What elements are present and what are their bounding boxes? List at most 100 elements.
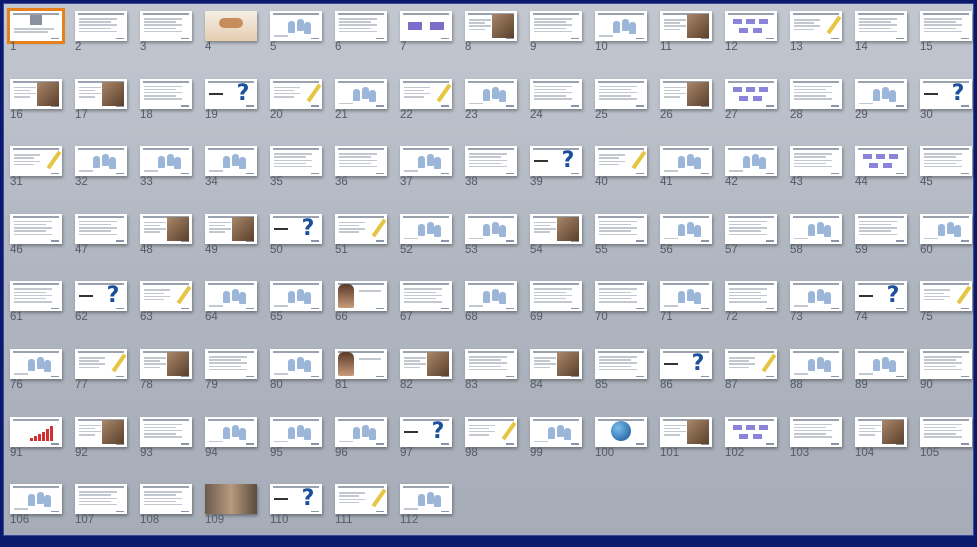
- slide-thumbnail-cell[interactable]: 13: [785, 10, 849, 74]
- slide-thumbnail[interactable]: [725, 281, 777, 312]
- slide-thumbnail[interactable]: [790, 281, 842, 312]
- slide-thumbnail[interactable]: [855, 213, 907, 244]
- slide-thumbnail[interactable]: [205, 146, 257, 177]
- slide-thumbnail[interactable]: [10, 484, 62, 515]
- slide-thumbnail-cell[interactable]: 44: [850, 145, 914, 209]
- slide-thumbnail-cell[interactable]: 87: [720, 348, 784, 412]
- slide-thumbnail-cell[interactable]: 58: [785, 213, 849, 277]
- slide-thumbnail-cell[interactable]: 37: [395, 145, 459, 209]
- slide-thumbnail-cell[interactable]: 85: [590, 348, 654, 412]
- slide-thumbnail-cell[interactable]: 12: [720, 10, 784, 74]
- slide-thumbnail[interactable]: [75, 11, 127, 41]
- slide-thumbnail[interactable]: [335, 213, 387, 244]
- slide-thumbnail[interactable]: [920, 213, 972, 244]
- slide-thumbnail-cell[interactable]: 54: [525, 213, 589, 277]
- slide-thumbnail-cell[interactable]: 78: [135, 348, 199, 412]
- slide-thumbnail-cell[interactable]: 101: [655, 416, 719, 480]
- slide-thumbnail-cell[interactable]: 43: [785, 145, 849, 209]
- slide-thumbnail-cell[interactable]: 3: [135, 10, 199, 74]
- slide-thumbnail-cell[interactable]: 42: [720, 145, 784, 209]
- slide-thumbnail[interactable]: [400, 349, 452, 379]
- slide-thumbnail-cell[interactable]: 99: [525, 416, 589, 480]
- slide-thumbnail[interactable]: [335, 146, 387, 177]
- slide-thumbnail-cell[interactable]: 24: [525, 78, 589, 142]
- slide-thumbnail[interactable]: [75, 416, 127, 447]
- slide-thumbnail-cell[interactable]: 40: [590, 145, 654, 209]
- slide-thumbnail-cell[interactable]: 2: [70, 10, 134, 74]
- slide-thumbnail-cell[interactable]: 10: [590, 10, 654, 74]
- slide-thumbnail[interactable]: [660, 281, 712, 312]
- slide-thumbnail[interactable]: [140, 281, 192, 312]
- slide-thumbnail[interactable]: [140, 349, 192, 379]
- slide-thumbnail[interactable]: ?: [205, 78, 257, 109]
- slide-thumbnail[interactable]: [660, 78, 712, 109]
- slide-thumbnail[interactable]: [530, 213, 582, 244]
- slide-thumbnail[interactable]: [75, 484, 127, 515]
- slide-thumbnail[interactable]: [725, 78, 777, 109]
- slide-thumbnail-cell[interactable]: 92: [70, 416, 134, 480]
- slide-thumbnail[interactable]: [465, 146, 517, 177]
- slide-thumbnail[interactable]: [140, 484, 192, 515]
- slide-thumbnail[interactable]: [400, 146, 452, 177]
- slide-thumbnail-cell[interactable]: 11: [655, 10, 719, 74]
- slide-thumbnail[interactable]: [10, 213, 62, 244]
- slide-thumbnail[interactable]: [465, 213, 517, 244]
- slide-thumbnail[interactable]: [335, 11, 387, 41]
- slide-thumbnail[interactable]: [790, 11, 842, 41]
- slide-thumbnail[interactable]: [855, 349, 907, 379]
- slide-thumbnail-cell[interactable]: 103: [785, 416, 849, 480]
- slide-thumbnail-cell[interactable]: ? 110: [265, 483, 329, 547]
- slide-thumbnail-cell[interactable]: 38: [460, 145, 524, 209]
- slide-thumbnail-cell[interactable]: 83: [460, 348, 524, 412]
- slide-thumbnail-cell[interactable]: 96: [330, 416, 394, 480]
- slide-thumbnail[interactable]: [595, 11, 647, 41]
- slide-thumbnail[interactable]: [205, 349, 257, 379]
- slide-thumbnail[interactable]: [140, 78, 192, 109]
- slide-thumbnail[interactable]: [270, 281, 322, 312]
- slide-thumbnail[interactable]: [75, 349, 127, 379]
- slide-thumbnail[interactable]: [10, 281, 62, 312]
- slide-thumbnail-cell[interactable]: ? 39: [525, 145, 589, 209]
- slide-thumbnail-cell[interactable]: 45: [915, 145, 977, 209]
- slide-thumbnail[interactable]: [790, 416, 842, 447]
- slide-thumbnail[interactable]: [595, 349, 647, 379]
- slide-thumbnail-cell[interactable]: 48: [135, 213, 199, 277]
- slide-thumbnail-cell[interactable]: 73: [785, 280, 849, 344]
- slide-thumbnail[interactable]: [920, 11, 972, 41]
- slide-thumbnail[interactable]: [790, 78, 842, 109]
- slide-thumbnail-cell[interactable]: 91: [5, 416, 69, 480]
- slide-thumbnail-cell[interactable]: 23: [460, 78, 524, 142]
- slide-thumbnail[interactable]: ?: [270, 213, 322, 244]
- slide-thumbnail[interactable]: ?: [270, 484, 322, 515]
- slide-thumbnail[interactable]: [920, 146, 972, 177]
- slide-thumbnail-cell[interactable]: 1: [5, 8, 69, 74]
- slide-thumbnail-cell[interactable]: 65: [265, 280, 329, 344]
- slide-thumbnail[interactable]: [855, 416, 907, 447]
- slide-thumbnail-cell[interactable]: 7: [395, 10, 459, 74]
- slide-thumbnail[interactable]: ?: [855, 281, 907, 312]
- slide-thumbnail-cell[interactable]: 67: [395, 280, 459, 344]
- slide-thumbnail-cell[interactable]: 4: [200, 10, 264, 74]
- slide-thumbnail-cell[interactable]: 31: [5, 145, 69, 209]
- slide-thumbnail-cell[interactable]: ? 97: [395, 416, 459, 480]
- slide-thumbnail-cell[interactable]: 28: [785, 78, 849, 142]
- slide-thumbnail[interactable]: [335, 349, 387, 379]
- slide-thumbnail[interactable]: [465, 11, 517, 41]
- slide-thumbnail-cell[interactable]: 79: [200, 348, 264, 412]
- slide-thumbnail[interactable]: [205, 416, 257, 447]
- slide-thumbnail[interactable]: [400, 78, 452, 109]
- slide-thumbnail-cell[interactable]: 81: [330, 348, 394, 412]
- slide-thumbnail[interactable]: ?: [400, 416, 452, 447]
- slide-thumbnail-cell[interactable]: 111: [330, 483, 394, 547]
- slide-thumbnail-cell[interactable]: 80: [265, 348, 329, 412]
- slide-thumbnail[interactable]: [530, 281, 582, 312]
- slide-thumbnail-cell[interactable]: 36: [330, 145, 394, 209]
- slide-thumbnail[interactable]: [530, 78, 582, 109]
- slide-thumbnail-cell[interactable]: 26: [655, 78, 719, 142]
- slide-thumbnail[interactable]: [530, 11, 582, 41]
- slide-thumbnail[interactable]: [205, 484, 257, 515]
- slide-thumbnail[interactable]: [660, 213, 712, 244]
- slide-thumbnail-cell[interactable]: 75: [915, 280, 977, 344]
- slide-thumbnail-cell[interactable]: 112: [395, 483, 459, 547]
- slide-thumbnail[interactable]: [400, 213, 452, 244]
